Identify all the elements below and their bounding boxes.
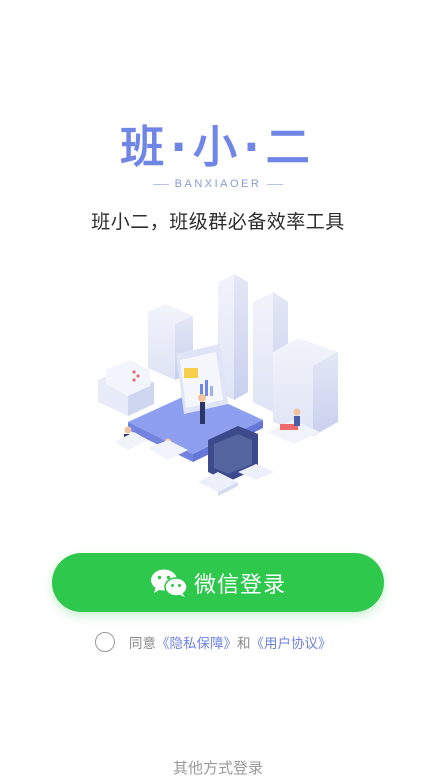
logo-text: 班·小·二 [120,122,316,173]
agreement-row: 同意 《隐私保障》 和 《用户协议》 [95,630,332,654]
slogan: 班小二，班级群必备效率工具 [91,211,345,233]
agree-radio[interactable] [95,632,115,652]
app-logo: 班·小·二 [0,118,436,178]
logo-divider-right [267,183,284,185]
agree-and: 和 [237,636,251,652]
agree-prefix: 同意 [129,636,156,652]
wechat-login-label: 微信登录 [193,572,286,598]
login-screen: 班·小·二 BANXIAOER 班小二，班级群必备效率工具 微信登录 同意 《隐… [0,0,436,776]
wechat-login-button[interactable]: 微信登录 [52,553,384,612]
wechat-icon [150,569,188,597]
office-illustration [98,274,338,496]
logo-subtitle-text: BANXIAOER [174,178,262,190]
logo-subtitle: BANXIAOER [0,178,436,190]
privacy-link[interactable]: 《隐私保障》 [156,632,237,652]
terms-link[interactable]: 《用户协议》 [251,632,332,652]
logo-divider-left [152,183,169,185]
other-login-link[interactable]: 其他方式登录 [0,757,436,776]
